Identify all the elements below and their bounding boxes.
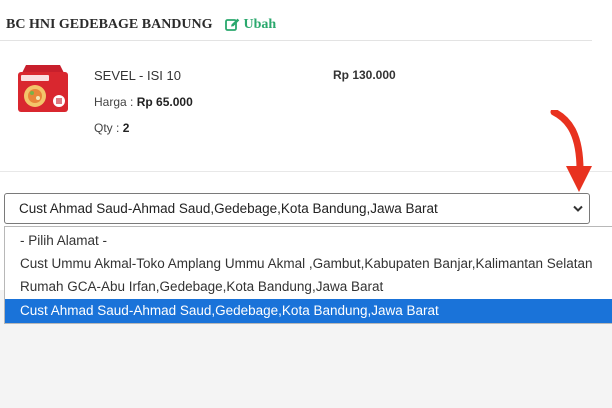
price-line: Harga : Rp 65.000 xyxy=(94,95,193,109)
edit-icon xyxy=(224,18,239,31)
product-total: Rp 130.000 xyxy=(333,68,396,82)
address-option[interactable]: Cust Ummu Akmal-Toko Amplang Ummu Akmal … xyxy=(5,252,612,276)
product-image xyxy=(18,65,68,112)
address-option[interactable]: Rumah GCA-Abu Irfan,Gedebage,Kota Bandun… xyxy=(5,275,612,299)
address-dropdown-list: - Pilih Alamat - Cust Ummu Akmal-Toko Am… xyxy=(4,226,612,324)
divider xyxy=(0,40,592,41)
address-select[interactable]: Cust Ahmad Saud-Ahmad Saud,Gedebage,Kota… xyxy=(4,193,590,224)
chevron-down-icon xyxy=(573,205,583,212)
qty-label: Qty : xyxy=(94,121,120,135)
red-arrow-icon xyxy=(550,110,592,192)
qty-line: Qty : 2 xyxy=(94,121,129,135)
divider xyxy=(0,171,612,172)
address-select-value: Cust Ahmad Saud-Ahmad Saud,Gedebage,Kota… xyxy=(19,201,438,216)
edit-label: Ubah xyxy=(243,17,277,32)
edit-store-link[interactable]: Ubah xyxy=(224,17,277,33)
qty-value: 2 xyxy=(122,121,130,135)
price-label: Harga : xyxy=(94,95,134,109)
address-option[interactable]: - Pilih Alamat - xyxy=(5,229,612,253)
address-option-selected[interactable]: Cust Ahmad Saud-Ahmad Saud,Gedebage,Kota… xyxy=(5,299,612,323)
store-header: BC HNI GEDEBAGE BANDUNG Ubah xyxy=(6,15,276,35)
product-name: SEVEL - ISI 10 xyxy=(94,68,181,83)
price-value: Rp 65.000 xyxy=(136,95,193,109)
store-name: BC HNI GEDEBAGE BANDUNG xyxy=(6,17,213,32)
